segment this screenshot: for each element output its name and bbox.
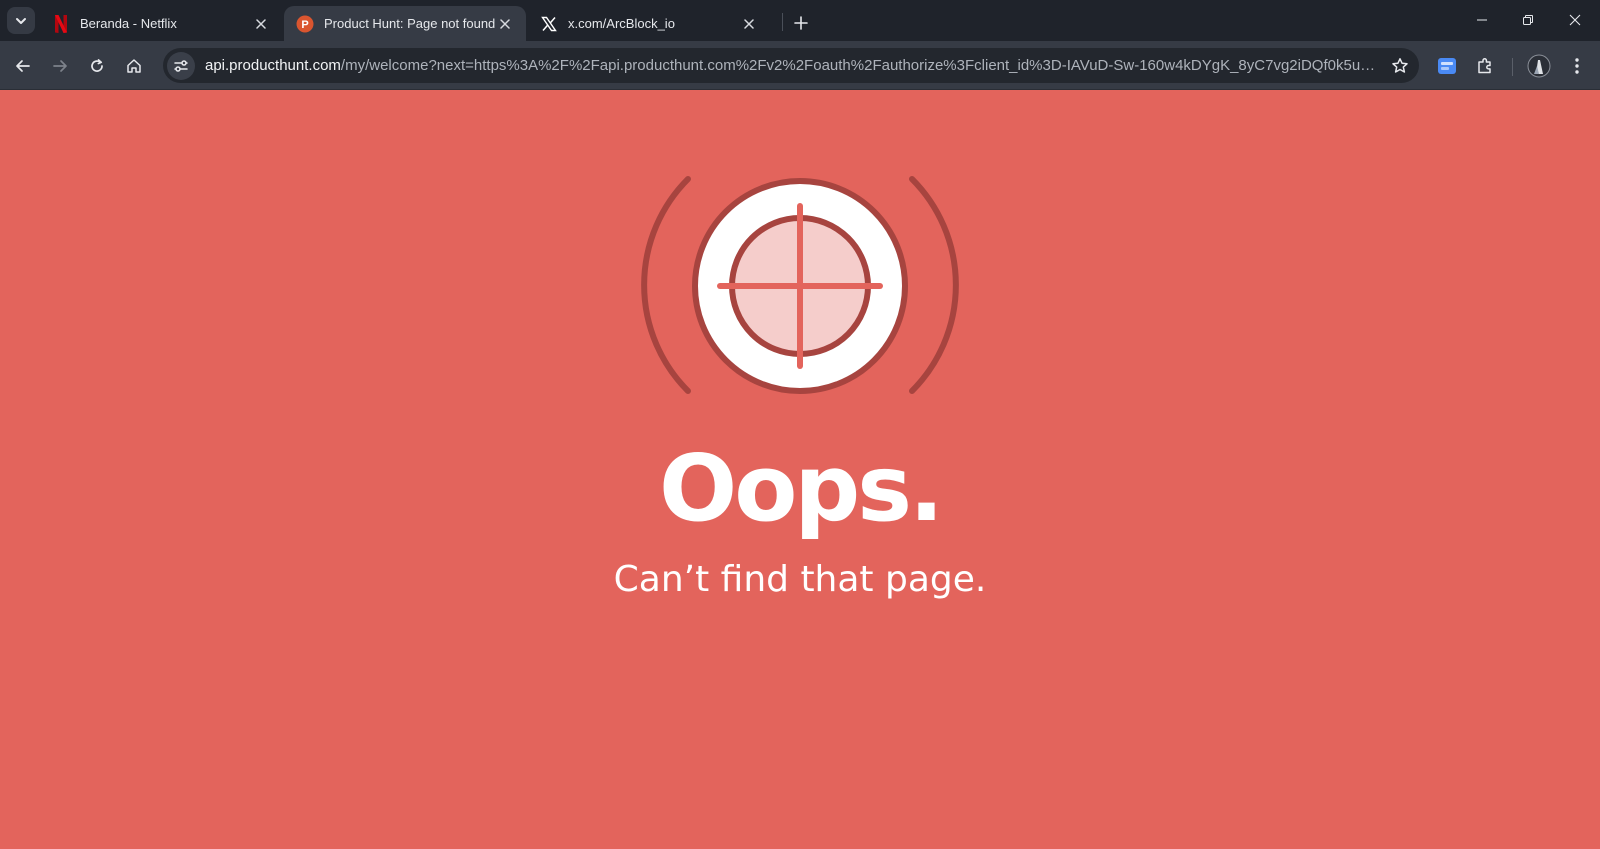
restore-button[interactable] [1505,0,1551,40]
home-icon [127,59,141,73]
url-host: api.producthunt.com [205,57,341,74]
reload-button[interactable] [82,51,112,81]
tab-netflix[interactable]: Beranda - Netflix [40,6,282,41]
back-button[interactable] [8,51,38,81]
extension-app-icon [1438,58,1456,74]
restore-icon [1523,15,1533,25]
producthunt-icon: P [296,15,314,33]
tab-producthunt[interactable]: P Product Hunt: Page not found [284,6,526,41]
forward-button[interactable] [45,51,75,81]
bookmark-button[interactable] [1385,51,1415,81]
tab-title: Beranda - Netflix [80,16,177,31]
more-vert-icon [1575,58,1579,74]
close-icon[interactable] [252,15,270,33]
error-heading: Oops. [659,435,944,542]
tab-search-button[interactable] [7,7,35,34]
arrow-right-icon [53,60,67,72]
close-window-button[interactable] [1552,0,1598,40]
profile-button[interactable] [1524,51,1554,81]
reload-icon [91,59,103,72]
close-icon[interactable] [740,15,758,33]
address-bar[interactable]: api.producthunt.com/my/welcome?next=http… [163,48,1419,83]
crosshair-target-icon [641,176,959,394]
left-bracket-arc [641,176,691,394]
error-page: Oops. Can’t find that page. [0,90,1600,849]
puzzle-icon [1478,58,1491,74]
netflix-icon [52,14,70,33]
home-button[interactable] [119,51,149,81]
extensions-menu-button[interactable] [1470,51,1500,81]
avatar [1527,54,1551,78]
minimize-button[interactable] [1459,0,1505,40]
url-text[interactable]: api.producthunt.com/my/welcome?next=http… [205,57,1385,74]
favicon-letter: P [301,18,308,30]
menu-button[interactable] [1562,51,1592,81]
chevron-down-icon [16,17,26,24]
tab-strip: Beranda - Netflix P Product Hunt: Page n… [0,0,1600,41]
x-icon [540,15,558,33]
toolbar-divider [1512,58,1513,76]
minimize-icon [1477,19,1487,21]
tab-title: Product Hunt: Page not found [324,16,496,31]
plus-icon [794,16,808,30]
right-bracket-arc [909,176,959,394]
arrow-left-icon [16,60,30,72]
tune-icon [174,59,188,72]
extension-button[interactable] [1432,51,1462,81]
close-icon[interactable] [496,15,514,33]
new-tab-button[interactable] [789,11,813,35]
tab-separator [782,13,783,31]
error-message: Can’t find that page. [613,559,987,600]
star-icon [1392,57,1408,73]
browser-toolbar: api.producthunt.com/my/welcome?next=http… [0,41,1600,90]
url-path: /my/welcome?next=https%3A%2F%2Fapi.produ… [340,57,1385,74]
tab-x[interactable]: x.com/ArcBlock_io [528,6,770,41]
site-info-button[interactable] [167,51,195,80]
close-icon [1569,14,1581,26]
tab-title: x.com/ArcBlock_io [568,16,675,31]
